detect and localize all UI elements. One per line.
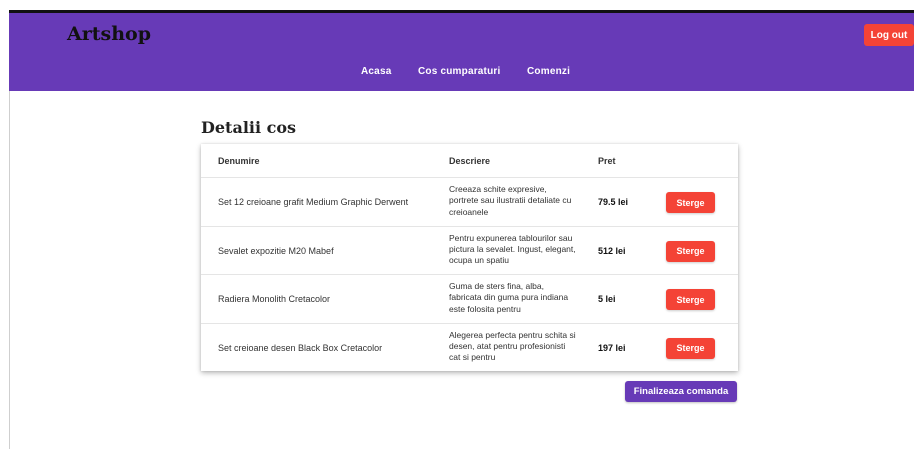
product-description: Guma de sters fina, alba, fabricata din …	[449, 281, 569, 314]
page-title: Detalii cos	[201, 118, 297, 137]
column-header-description: Descriere	[449, 156, 491, 166]
product-description: Creeaza schite expresive, portrete sau i…	[449, 184, 572, 217]
brand-logo[interactable]: Artshop	[67, 23, 151, 45]
main-nav: Acasa Cos cumparaturi Comenzi	[9, 66, 914, 80]
left-divider	[9, 91, 10, 449]
window-top-edge	[0, 0, 914, 13]
product-description: Alegerea perfecta pentru schita si desen…	[449, 329, 576, 363]
table-row: Radiera Monolith Cretacolor Guma de ster…	[201, 275, 738, 324]
table-row: Sevalet expozitie M20 Mabef Pentru expun…	[201, 227, 738, 275]
nav-link-acasa[interactable]: Acasa	[361, 66, 391, 77]
finalize-order-button[interactable]: Finalizeaza comanda	[625, 381, 737, 402]
app-header: Artshop Log out Acasa Cos cumparaturi Co…	[9, 13, 914, 91]
logout-button[interactable]: Log out	[864, 24, 914, 46]
product-name: Set 12 creioane grafit Medium Graphic De…	[218, 197, 409, 207]
product-price: 512 lei	[598, 245, 626, 256]
delete-button[interactable]: Sterge	[666, 240, 715, 262]
product-price: 197 lei	[598, 342, 626, 353]
column-header-name: Denumire	[218, 156, 260, 166]
column-header-price: Pret	[598, 156, 616, 166]
delete-button[interactable]: Sterge	[666, 192, 715, 213]
table-header: Denumire Descriere Pret	[201, 144, 738, 178]
table-row: Set 12 creioane grafit Medium Graphic De…	[201, 178, 738, 227]
product-price: 79.5 lei	[598, 197, 629, 207]
product-price: 5 lei	[598, 294, 616, 304]
table-row: Set creioane desen Black Box Cretacolor …	[201, 324, 738, 373]
product-description: Pentru expunerea tablourilor sau pictura…	[449, 232, 576, 266]
delete-button[interactable]: Sterge	[666, 289, 715, 310]
product-name: Radiera Monolith Cretacolor	[218, 294, 331, 304]
product-name: Sevalet expozitie M20 Mabef	[218, 245, 334, 256]
nav-link-cos-cumparaturi[interactable]: Cos cumparaturi	[418, 66, 500, 77]
delete-button[interactable]: Sterge	[666, 337, 715, 359]
nav-link-comenzi[interactable]: Comenzi	[527, 66, 570, 77]
product-name: Set creioane desen Black Box Cretacolor	[218, 342, 383, 353]
cart-table: Denumire Descriere Pret Set 12 creioane …	[201, 144, 738, 371]
